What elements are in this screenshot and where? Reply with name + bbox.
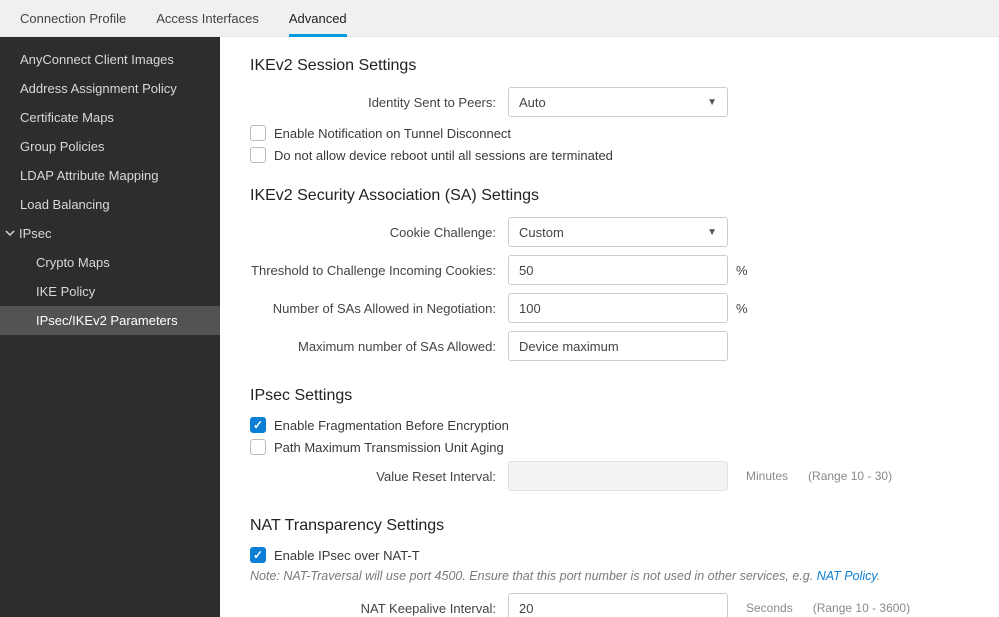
checkbox-enable-nat-t[interactable] (250, 547, 266, 563)
label-reset-unit: Minutes (746, 469, 788, 483)
label-max-sa: Maximum number of SAs Allowed: (250, 339, 508, 354)
select-cookie-challenge[interactable]: Custom ▼ (508, 217, 728, 247)
sidebar-item-ike-policy[interactable]: IKE Policy (0, 277, 220, 306)
sidebar-item-certificate-maps[interactable]: Certificate Maps (0, 103, 220, 132)
checkbox-enable-notification[interactable] (250, 125, 266, 141)
tab-advanced[interactable]: Advanced (289, 0, 347, 37)
select-identity[interactable]: Auto ▼ (508, 87, 728, 117)
heading-nat: NAT Transparency Settings (250, 517, 969, 535)
label-no-reboot: Do not allow device reboot until all ses… (274, 148, 613, 163)
note-nat-prefix: Note: NAT-Traversal will use port 4500. … (250, 569, 817, 583)
label-identity: Identity Sent to Peers: (250, 95, 508, 110)
label-keepalive: NAT Keepalive Interval: (250, 601, 508, 616)
sidebar-item-crypto-maps[interactable]: Crypto Maps (0, 248, 220, 277)
label-threshold: Threshold to Challenge Incoming Cookies: (250, 263, 508, 278)
main-content: IKEv2 Session Settings Identity Sent to … (220, 37, 999, 617)
input-threshold[interactable] (508, 255, 728, 285)
sidebar-item-group-policies[interactable]: Group Policies (0, 132, 220, 161)
top-tabbar: Connection Profile Access Interfaces Adv… (0, 0, 999, 37)
select-cookie-challenge-value: Custom (519, 225, 564, 240)
sidebar-item-label: IPsec (19, 226, 52, 241)
label-enable-notification: Enable Notification on Tunnel Disconnect (274, 126, 511, 141)
sidebar-item-load-balancing[interactable]: Load Balancing (0, 190, 220, 219)
input-keepalive[interactable] (508, 593, 728, 617)
label-keepalive-unit: Seconds (746, 601, 793, 615)
label-reset-hint: (Range 10 - 30) (808, 469, 892, 483)
select-identity-value: Auto (519, 95, 546, 110)
link-nat-policy[interactable]: NAT Policy (817, 569, 877, 583)
heading-ikev2-sa: IKEv2 Security Association (SA) Settings (250, 187, 969, 205)
checkbox-enable-fragmentation[interactable] (250, 417, 266, 433)
sidebar-item-ldap-attribute-mapping[interactable]: LDAP Attribute Mapping (0, 161, 220, 190)
tab-connection-profile[interactable]: Connection Profile (20, 0, 126, 37)
label-enable-nat-t: Enable IPsec over NAT-T (274, 548, 420, 563)
sidebar: AnyConnect Client Images Address Assignm… (0, 37, 220, 617)
input-reset-interval (508, 461, 728, 491)
label-cookie-challenge: Cookie Challenge: (250, 225, 508, 240)
input-sa-negotiation[interactable] (508, 293, 728, 323)
caret-down-icon: ▼ (707, 97, 717, 108)
checkbox-pmtu-aging[interactable] (250, 439, 266, 455)
label-sa-negotiation: Number of SAs Allowed in Negotiation: (250, 301, 508, 316)
label-threshold-suffix: % (736, 263, 746, 278)
caret-down-icon: ▼ (707, 227, 717, 238)
sidebar-item-ipsec[interactable]: IPsec (0, 219, 220, 248)
chevron-down-icon (5, 226, 17, 241)
label-reset-interval: Value Reset Interval: (250, 469, 508, 484)
sidebar-item-ipsec-ikev2-parameters[interactable]: IPsec/IKEv2 Parameters (0, 306, 220, 335)
heading-ikev2-session: IKEv2 Session Settings (250, 57, 969, 75)
label-enable-fragmentation: Enable Fragmentation Before Encryption (274, 418, 509, 433)
input-max-sa[interactable] (508, 331, 728, 361)
checkbox-no-reboot[interactable] (250, 147, 266, 163)
note-nat-suffix: . (877, 569, 880, 583)
sidebar-item-anyconnect-client-images[interactable]: AnyConnect Client Images (0, 45, 220, 74)
note-nat-traversal: Note: NAT-Traversal will use port 4500. … (250, 569, 969, 583)
label-sa-negotiation-suffix: % (736, 301, 746, 316)
heading-ipsec: IPsec Settings (250, 387, 969, 405)
tab-access-interfaces[interactable]: Access Interfaces (156, 0, 259, 37)
label-pmtu-aging: Path Maximum Transmission Unit Aging (274, 440, 504, 455)
sidebar-item-address-assignment-policy[interactable]: Address Assignment Policy (0, 74, 220, 103)
label-keepalive-hint: (Range 10 - 3600) (813, 601, 910, 615)
